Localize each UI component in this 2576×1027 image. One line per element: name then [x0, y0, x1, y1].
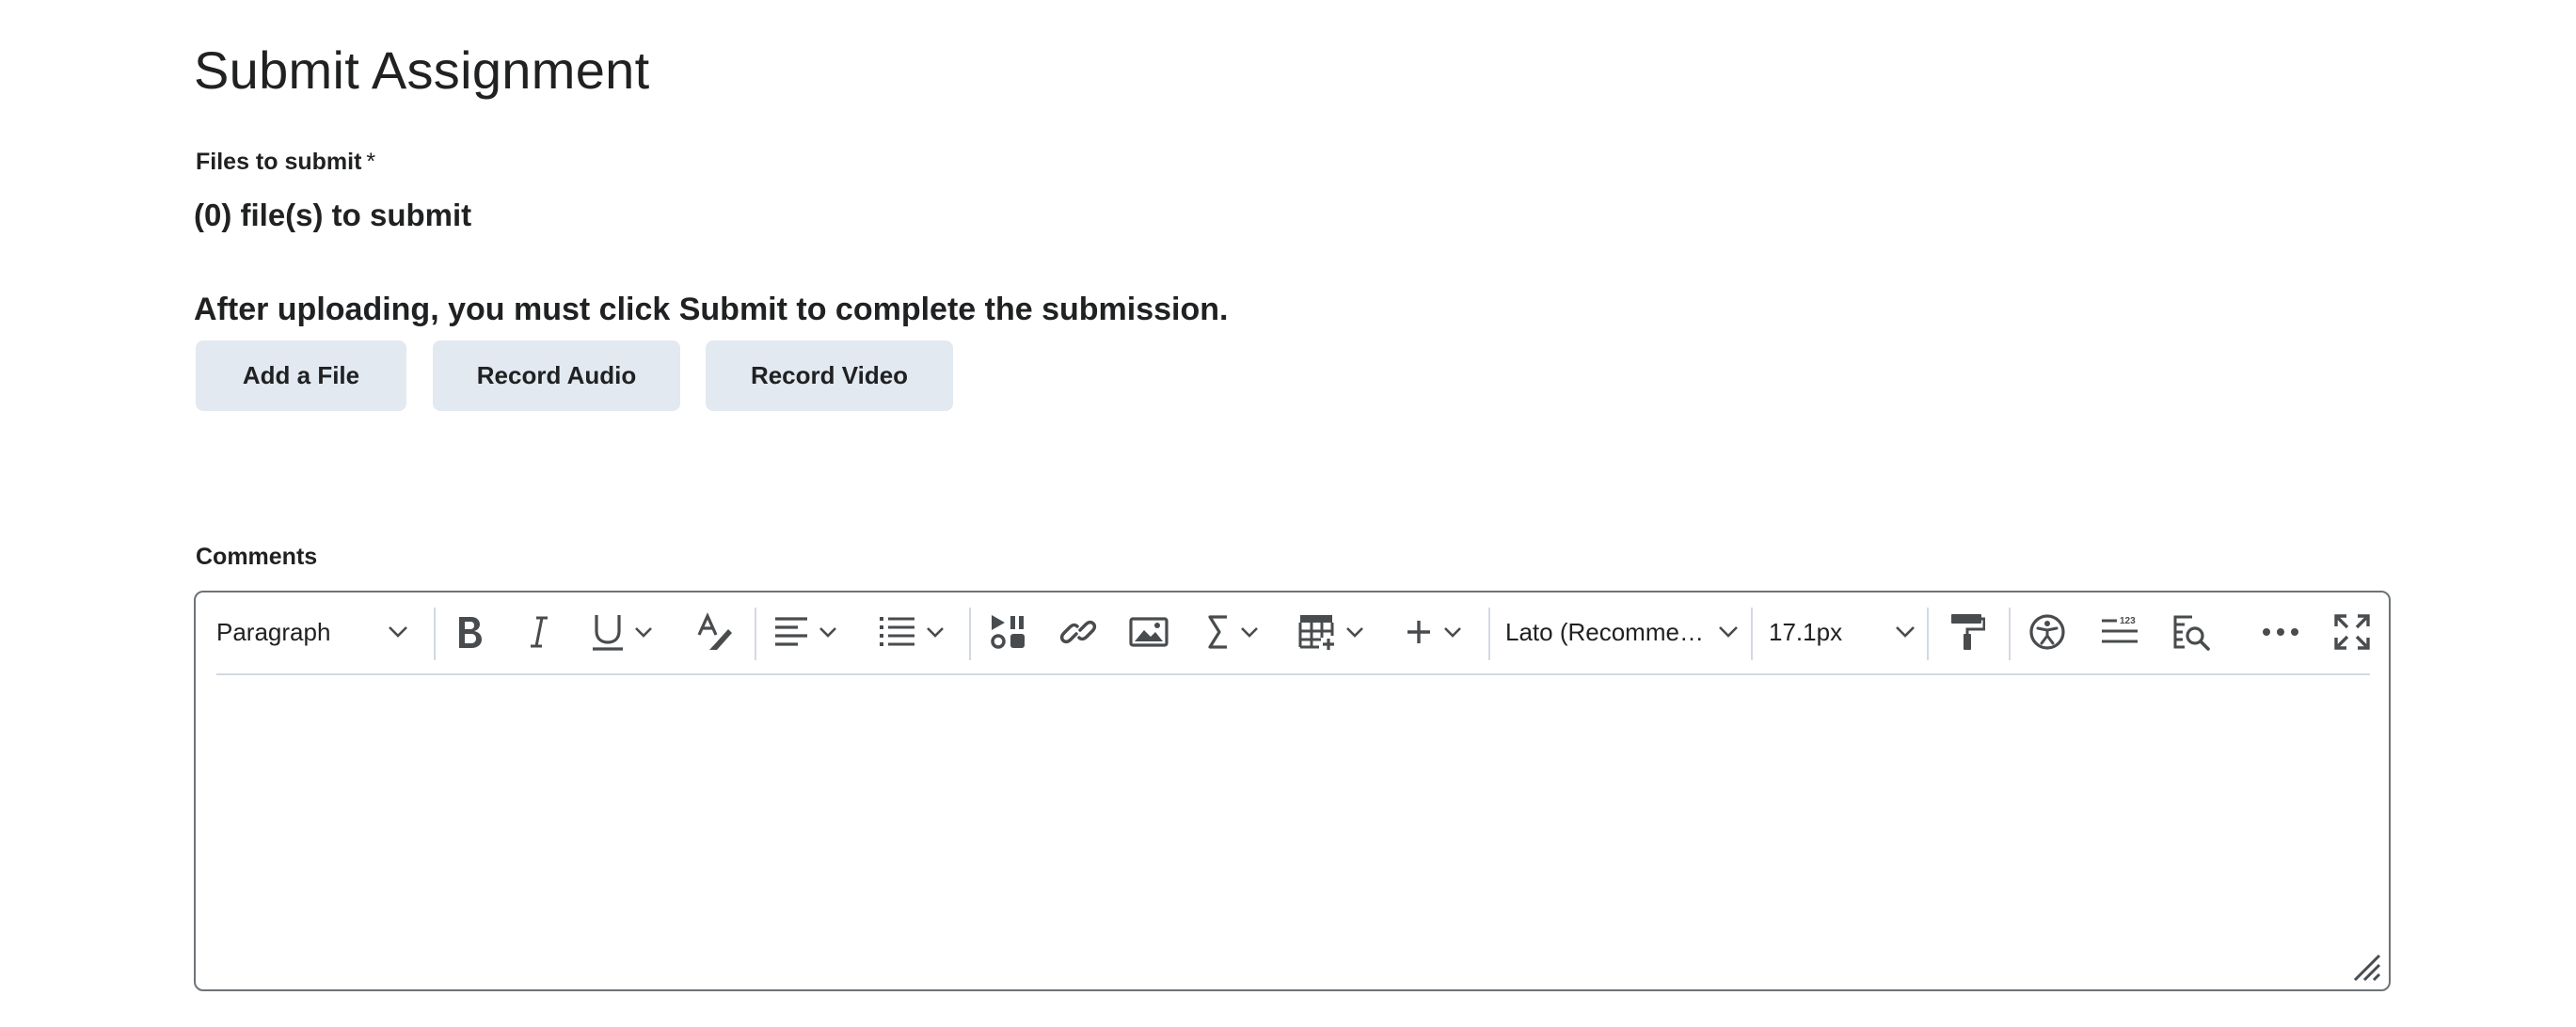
editor-toolbar: Paragraph Lato (Recomme… 17.1px 123 [216, 592, 2370, 675]
upload-instruction: After uploading, you must click Submit t… [194, 292, 1229, 327]
font-size-value: 17.1px [1769, 617, 1843, 646]
page-title: Submit Assignment [194, 40, 650, 100]
chevron-down-icon [1241, 627, 1258, 638]
format-painter-icon [1951, 614, 1985, 650]
fullscreen-icon [2334, 614, 2370, 650]
toolbar-divider [1927, 608, 1929, 660]
chevron-down-icon [1719, 626, 1738, 638]
table-icon [1298, 615, 1334, 650]
toolbar-divider [434, 608, 436, 660]
media-icon [991, 615, 1025, 649]
chevron-down-icon [1896, 626, 1915, 638]
chevron-down-icon [389, 626, 407, 638]
svg-text:123: 123 [2120, 616, 2136, 626]
bullet-list-icon [880, 617, 914, 646]
align-button[interactable] [773, 606, 849, 658]
equation-icon [1208, 615, 1227, 649]
word-count-icon: 123 [2102, 616, 2138, 643]
find-replace-icon [2173, 615, 2210, 651]
files-to-submit-label: Files to submit * [196, 149, 375, 176]
format-painter-button[interactable] [1948, 606, 1989, 658]
text-style-icon [697, 612, 732, 650]
link-icon [1059, 620, 1097, 644]
accessibility-checker-button[interactable] [2028, 606, 2070, 658]
insert-media-button[interactable] [990, 606, 1031, 658]
font-family-value: Lato (Recomme… [1505, 617, 1704, 646]
bold-button[interactable] [453, 606, 501, 658]
insert-link-button[interactable] [1059, 606, 1101, 658]
fullscreen-button[interactable] [2333, 606, 2371, 658]
comments-editor: Paragraph Lato (Recomme… 17.1px 123 [194, 591, 2391, 991]
underline-button[interactable] [591, 606, 666, 658]
resize-handle-icon[interactable] [2351, 952, 2381, 982]
more-actions-button[interactable] [2262, 606, 2305, 658]
word-count-button[interactable]: 123 [2100, 606, 2143, 658]
list-button[interactable] [879, 606, 954, 658]
toolbar-divider [2009, 608, 2011, 660]
file-count-text: (0) file(s) to submit [194, 198, 472, 232]
find-replace-button[interactable] [2171, 606, 2215, 658]
required-mark: * [366, 149, 376, 175]
insert-stuff-button[interactable] [1404, 606, 1479, 658]
chevron-down-icon [635, 627, 652, 638]
equation-button[interactable] [1206, 606, 1272, 658]
font-size-dropdown[interactable]: 17.1px [1769, 606, 1931, 658]
block-format-dropdown[interactable]: Paragraph [216, 606, 414, 658]
record-audio-button[interactable]: Record Audio [433, 340, 680, 411]
insert-image-button[interactable] [1129, 606, 1172, 658]
chevron-down-icon [819, 627, 836, 638]
comments-label: Comments [196, 544, 318, 570]
add-file-button[interactable]: Add a File [196, 340, 406, 411]
toolbar-divider [755, 608, 756, 660]
chevron-down-icon [927, 627, 944, 638]
italic-button[interactable] [527, 606, 564, 658]
accessibility-icon [2029, 614, 2065, 650]
insert-table-button[interactable] [1298, 606, 1374, 658]
files-label-text: Files to submit [196, 149, 362, 175]
block-format-value: Paragraph [216, 617, 331, 646]
align-left-icon [775, 617, 807, 646]
underline-icon [593, 615, 623, 651]
text-style-button[interactable] [696, 606, 739, 658]
insert-plus-icon [1407, 621, 1430, 643]
more-icon [2263, 628, 2298, 636]
submit-assignment-page: Submit Assignment Files to submit * (0) f… [0, 0, 2576, 1027]
toolbar-divider [969, 608, 971, 660]
chevron-down-icon [1444, 627, 1461, 638]
comments-text-area[interactable] [216, 679, 2370, 980]
record-video-button[interactable]: Record Video [706, 340, 953, 411]
bold-icon [459, 617, 482, 648]
chevron-down-icon [1346, 627, 1363, 638]
toolbar-divider [1488, 608, 1490, 660]
font-family-dropdown[interactable]: Lato (Recomme… [1505, 606, 1754, 658]
image-icon [1129, 617, 1169, 647]
toolbar-divider [1751, 608, 1753, 660]
italic-icon [531, 616, 548, 648]
